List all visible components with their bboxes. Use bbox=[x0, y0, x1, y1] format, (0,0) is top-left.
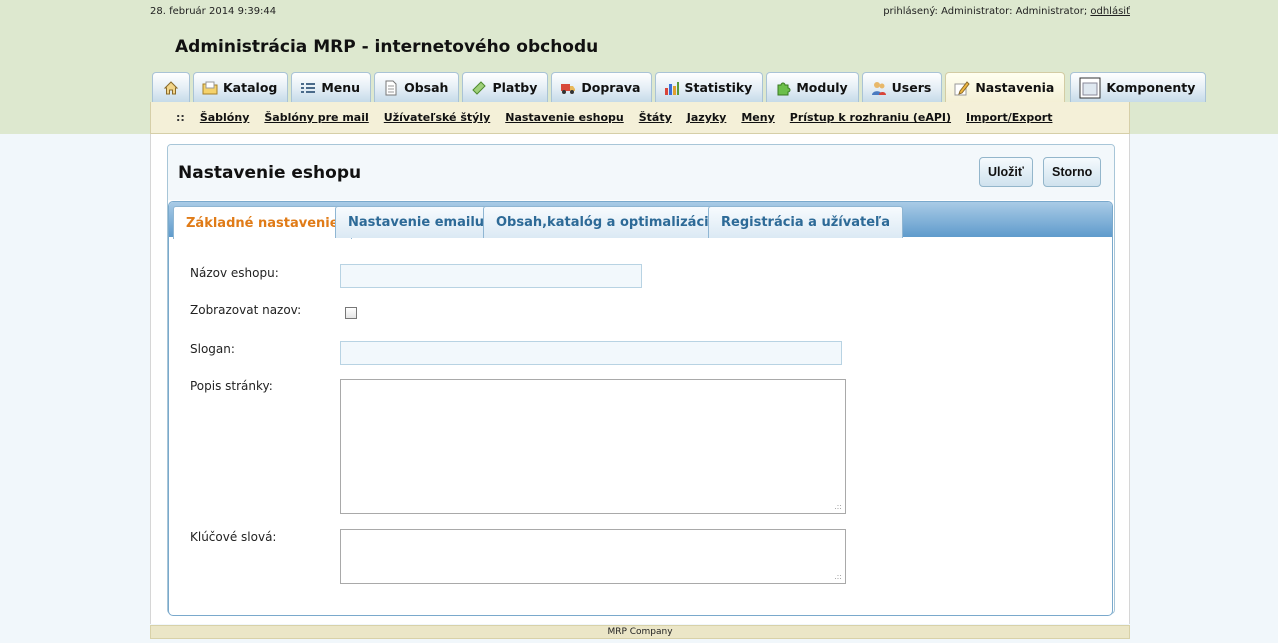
folder-icon bbox=[202, 80, 218, 96]
main-tab-home[interactable] bbox=[152, 72, 190, 102]
save-button[interactable]: Uložiť bbox=[979, 157, 1033, 187]
slogan-label: Slogan: bbox=[190, 342, 235, 356]
subnav-link-styles[interactable]: Užívateľské štýly bbox=[384, 111, 490, 124]
description-textarea[interactable]: .:: bbox=[340, 379, 846, 514]
main-tab-label: Users bbox=[891, 80, 932, 95]
subnav-link-sablony[interactable]: Šablóny bbox=[200, 111, 250, 124]
show-name-label: Zobrazovat nazov: bbox=[190, 303, 302, 317]
show-name-checkbox[interactable] bbox=[345, 307, 357, 319]
current-datetime: 28. február 2014 9:39:44 bbox=[150, 6, 277, 17]
ticket-icon bbox=[471, 80, 487, 96]
users-icon bbox=[871, 80, 887, 96]
main-tab-label: Nastavenia bbox=[975, 80, 1055, 95]
page-title: Nastavenie eshopu bbox=[178, 163, 362, 183]
resize-grip-icon[interactable]: .:: bbox=[834, 573, 842, 581]
cancel-button[interactable]: Storno bbox=[1043, 157, 1102, 187]
main-tab-label: Doprava bbox=[581, 80, 641, 95]
content-area: Nastavenie eshopu Uložiť Storno Základné… bbox=[150, 134, 1130, 624]
settings-tabs-box: Základné nastavenie Nastavenie emailu Ob… bbox=[168, 201, 1113, 616]
list-icon bbox=[300, 80, 316, 96]
tab-registration[interactable]: Registrácia a užívateľa bbox=[708, 206, 904, 238]
main-tab-label: Komponenty bbox=[1106, 80, 1196, 95]
tab-basic-settings[interactable]: Základné nastavenie bbox=[173, 206, 352, 239]
main-tab-katalog[interactable]: Katalog bbox=[193, 72, 289, 102]
main-tab-label: Moduly bbox=[796, 80, 848, 95]
slogan-input[interactable] bbox=[340, 341, 842, 365]
subnav-link-jazyky[interactable]: Jazyky bbox=[687, 111, 727, 124]
shop-name-label: Názov eshopu: bbox=[190, 266, 279, 280]
tabs-bar: Základné nastavenie Nastavenie emailu Ob… bbox=[169, 202, 1112, 239]
main-tab-label: Menu bbox=[321, 80, 361, 95]
subnav-link-import-export[interactable]: Import/Export bbox=[966, 111, 1052, 124]
main-tab-label: Katalog bbox=[223, 80, 278, 95]
main-tab-komponenty[interactable]: Komponenty bbox=[1070, 72, 1207, 102]
subnav-link-meny[interactable]: Meny bbox=[741, 111, 774, 124]
tab-email-settings[interactable]: Nastavenie emailu bbox=[335, 206, 498, 238]
settings-pencil-icon bbox=[954, 80, 971, 96]
truck-icon bbox=[560, 80, 576, 96]
main-tab-doprava[interactable]: Doprava bbox=[551, 72, 652, 102]
login-user-text: prihlásený: Administrator: Administrator… bbox=[883, 6, 1088, 17]
settings-panel: Nastavenie eshopu Uložiť Storno Základné… bbox=[167, 144, 1115, 616]
main-tab-nastavenia[interactable]: Nastavenia bbox=[945, 72, 1066, 102]
main-tab-platby[interactable]: Platby bbox=[462, 72, 549, 102]
main-tab-obsah[interactable]: Obsah bbox=[374, 72, 460, 102]
panel-header: Nastavenie eshopu Uložiť Storno bbox=[168, 145, 1114, 200]
subnav-link-sablony-mail[interactable]: Šablóny pre mail bbox=[264, 111, 368, 124]
main-navigation: Katalog Menu Obsah Platby Doprava Statis… bbox=[152, 72, 1207, 102]
settings-subnav: :: Šablóny Šablóny pre mail Užívateľské … bbox=[150, 102, 1130, 134]
subnav-link-eapi[interactable]: Prístup k rozhraniu (eAPI) bbox=[790, 111, 951, 124]
app-title: Administrácia MRP - internetového obchod… bbox=[175, 37, 599, 57]
login-info: prihlásený: Administrator: Administrator… bbox=[883, 6, 1130, 17]
bar-chart-icon bbox=[664, 80, 680, 96]
main-tab-menu[interactable]: Menu bbox=[291, 72, 372, 102]
logout-link[interactable]: odhlásiť bbox=[1090, 6, 1130, 17]
home-icon bbox=[163, 80, 179, 96]
description-label: Popis stránky: bbox=[190, 379, 273, 393]
window-icon bbox=[1079, 77, 1101, 99]
footer: MRP Company bbox=[150, 625, 1130, 639]
main-tab-moduly[interactable]: Moduly bbox=[766, 72, 859, 102]
main-tab-label: Statistiky bbox=[684, 80, 753, 95]
main-tab-users[interactable]: Users bbox=[861, 72, 943, 102]
subnav-link-eshop-settings[interactable]: Nastavenie eshopu bbox=[505, 111, 623, 124]
tab-content-catalog[interactable]: Obsah,katalóg a optimalizácia bbox=[483, 206, 731, 238]
document-icon bbox=[383, 80, 399, 96]
keywords-textarea[interactable]: .:: bbox=[340, 529, 846, 584]
main-tab-statistiky[interactable]: Statistiky bbox=[654, 72, 764, 102]
subnav-link-staty[interactable]: Štáty bbox=[639, 111, 672, 124]
subnav-prefix: :: bbox=[176, 111, 185, 124]
main-tab-label: Obsah bbox=[404, 80, 449, 95]
main-tab-label: Platby bbox=[492, 80, 538, 95]
resize-grip-icon[interactable]: .:: bbox=[834, 503, 842, 511]
keywords-label: Klúčové slová: bbox=[190, 530, 277, 544]
puzzle-icon bbox=[775, 80, 791, 96]
shop-name-input[interactable] bbox=[340, 264, 642, 288]
